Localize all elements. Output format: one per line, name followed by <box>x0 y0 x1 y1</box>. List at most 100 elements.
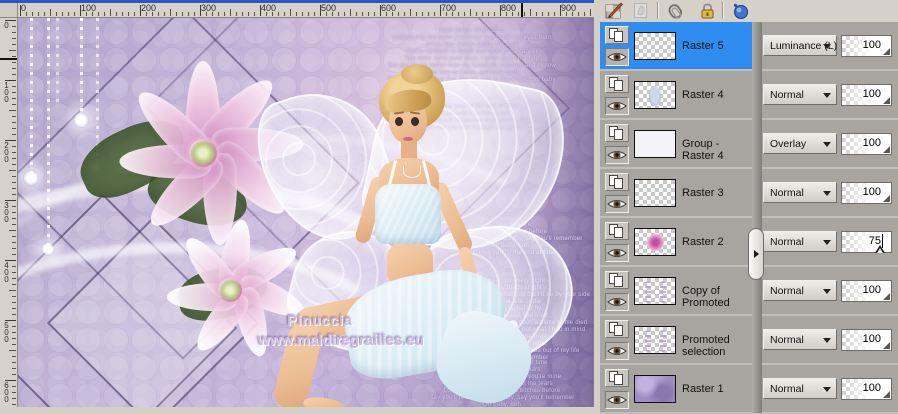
opacity-control[interactable]: 100 <box>841 378 892 400</box>
lock-transparency-icon[interactable] <box>698 2 717 20</box>
opacity-value: 100 <box>862 39 881 51</box>
edit-selection-brush-icon[interactable] <box>605 2 624 20</box>
watermark-url: www.maldiregrailles.eu <box>257 332 425 349</box>
blend-mode-dropdown[interactable]: Normal <box>763 329 837 350</box>
blend-mode-value: Normal <box>770 383 804 395</box>
canvas-image[interactable]: Blue jeans, white shirt Walked into the … <box>18 18 594 407</box>
link-layers-icon[interactable] <box>666 2 685 20</box>
layer-row-raster-1[interactable]: Raster 1 Normal 100 <box>600 365 898 414</box>
layer-row-promoted-selection[interactable]: Promoted selection Normal 100 <box>600 316 898 365</box>
layer-page-button[interactable] <box>605 26 629 44</box>
opacity-grip-icon <box>883 146 890 153</box>
layer-row-raster-4[interactable]: Raster 4 Normal 100 <box>600 71 898 120</box>
splitter-handle[interactable] <box>748 228 764 280</box>
blend-mode-value: Normal <box>770 187 804 199</box>
highlight-pin-icon[interactable] <box>731 2 750 20</box>
layer-page-button[interactable] <box>605 124 629 142</box>
eye-icon <box>607 298 627 306</box>
chevron-down-icon <box>823 191 831 196</box>
layer-page-button[interactable] <box>605 75 629 93</box>
eye-icon <box>607 151 627 159</box>
layer-visibility-toggle[interactable] <box>605 342 629 360</box>
chevron-down-icon <box>823 387 831 392</box>
opacity-control[interactable]: 100 <box>841 133 892 155</box>
ruler-label: 200 <box>2 141 11 162</box>
ruler-label: 100 <box>81 3 97 13</box>
ruler-label: 400 <box>261 3 277 13</box>
opacity-value: 100 <box>862 382 881 394</box>
layer-page-button[interactable] <box>605 320 629 338</box>
opacity-slider-thumb[interactable] <box>875 245 885 253</box>
blend-mode-dropdown[interactable]: Overlay <box>763 133 837 154</box>
blend-mode-dropdown[interactable]: Normal <box>763 231 837 252</box>
blend-mode-dropdown[interactable]: Normal <box>763 280 837 301</box>
layer-thumbnail[interactable] <box>634 81 676 109</box>
layer-thumbnail[interactable] <box>634 326 676 354</box>
pages-icon <box>606 76 628 92</box>
layer-thumbnail[interactable] <box>634 277 676 305</box>
layer-visibility-toggle[interactable] <box>605 195 629 213</box>
layer-thumbnail[interactable] <box>634 228 676 256</box>
ruler-label: 200 <box>141 3 157 13</box>
layer-visibility-toggle[interactable] <box>605 293 629 311</box>
toolbar-separator <box>722 2 724 19</box>
layer-thumbnail[interactable] <box>634 375 676 403</box>
layer-row-left: Group - Raster 4 <box>600 120 752 167</box>
opacity-grip-icon <box>883 48 890 55</box>
blend-mode-dropdown[interactable]: Normal <box>763 84 837 105</box>
layer-thumbnail[interactable] <box>634 32 676 60</box>
vertical-ruler: 0 100 200 300 400 500 600 <box>0 18 18 407</box>
ruler-corner-box <box>0 3 18 18</box>
opacity-control[interactable]: 100 <box>841 329 892 351</box>
layer-row-raster-5[interactable]: Raster 5 Luminance (L) 100 <box>600 22 898 71</box>
layer-visibility-toggle[interactable] <box>605 244 629 262</box>
ruler-label: 900 <box>561 3 577 13</box>
ruler-label: 600 <box>2 381 11 402</box>
ruler-label: 100 <box>2 81 11 102</box>
layer-page-button[interactable] <box>605 173 629 191</box>
layer-row-group-raster-4[interactable]: Group - Raster 4 Overlay 100 <box>600 120 898 169</box>
blend-mode-dropdown[interactable]: Luminance (L) <box>763 35 837 56</box>
blend-mode-dropdown[interactable]: Normal <box>763 182 837 203</box>
eye-icon <box>607 53 627 61</box>
layer-thumbnail[interactable] <box>634 130 676 158</box>
fairy-hair-bun <box>401 64 433 84</box>
chevron-down-icon <box>823 240 831 245</box>
layer-thumbnail[interactable] <box>634 179 676 207</box>
ruler-label: 300 <box>201 3 217 13</box>
layer-name: Copy of Promoted <box>682 285 730 309</box>
glow-orb <box>73 112 89 128</box>
layer-row-left: Raster 3 <box>600 169 752 216</box>
ruler-label: 500 <box>2 321 11 342</box>
layer-row-raster-3[interactable]: Raster 3 Normal 100 <box>600 169 898 218</box>
chevron-down-icon <box>823 93 831 98</box>
opacity-grip-icon <box>883 195 890 202</box>
layer-row-left: Raster 2 <box>600 218 752 265</box>
layer-name: Raster 5 <box>682 40 724 52</box>
layer-page-button[interactable] <box>605 222 629 240</box>
layer-page-button[interactable] <box>605 369 629 387</box>
ruler-label: 0 <box>21 3 27 13</box>
opacity-input-editing[interactable]: 75 <box>841 231 892 253</box>
layer-page-button[interactable] <box>605 271 629 289</box>
layer-visibility-toggle[interactable] <box>605 97 629 115</box>
panel-splitter[interactable] <box>752 22 762 413</box>
blend-mode-value: Normal <box>770 89 804 101</box>
opacity-control[interactable]: 100 <box>841 280 892 302</box>
pages-icon <box>606 27 628 43</box>
blend-mode-dropdown[interactable]: Normal <box>763 378 837 399</box>
layer-visibility-toggle[interactable] <box>605 391 629 409</box>
opacity-control[interactable]: 100 <box>841 84 892 106</box>
layer-visibility-toggle[interactable] <box>605 146 629 164</box>
new-mask-layer-icon[interactable] <box>632 2 651 20</box>
bead-strand <box>80 18 83 118</box>
opacity-control[interactable]: 100 <box>841 182 892 204</box>
opacity-control[interactable]: 100 <box>841 35 892 57</box>
blend-mode-value: Normal <box>770 285 804 297</box>
layer-visibility-toggle[interactable] <box>605 48 629 66</box>
fairy-top <box>375 184 441 244</box>
eye-icon <box>607 396 627 404</box>
fairy-necklace <box>403 166 421 178</box>
pages-icon <box>606 174 628 190</box>
fairy-eye <box>411 117 419 126</box>
